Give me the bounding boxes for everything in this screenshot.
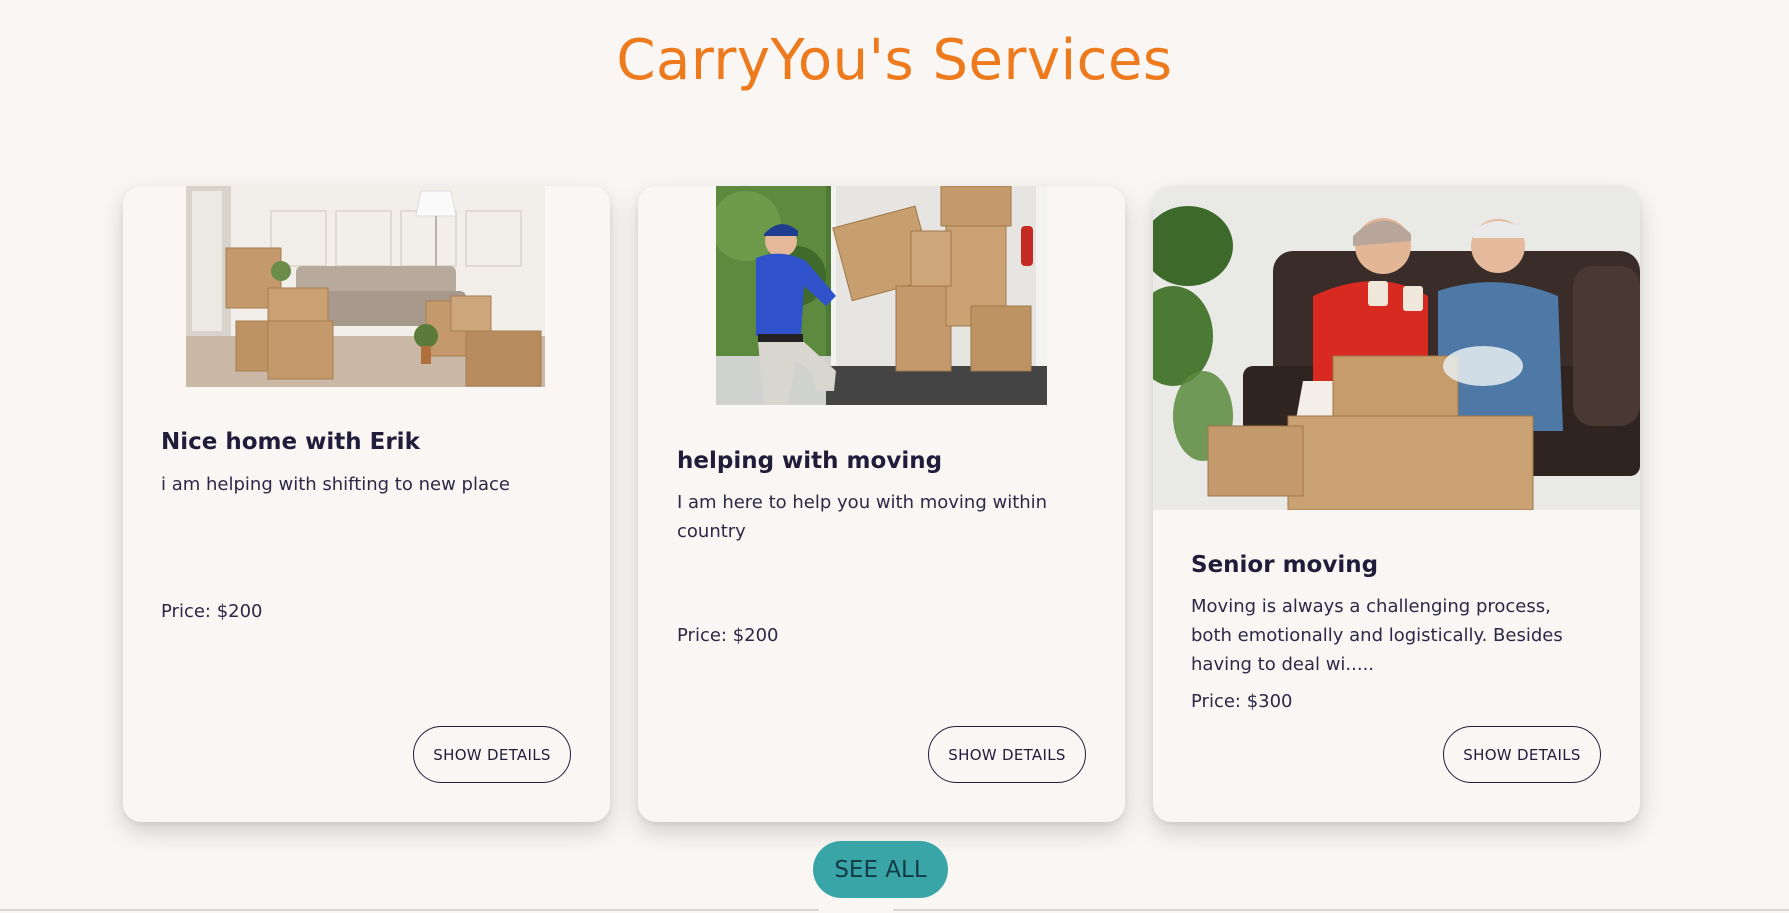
service-title: helping with moving — [677, 448, 943, 474]
bottom-divider-gap — [819, 909, 893, 911]
service-price: Price: $200 — [677, 625, 779, 646]
service-image — [716, 186, 1047, 405]
show-details-button[interactable]: SHOW DETAILS — [1443, 726, 1601, 783]
service-title: Senior moving — [1191, 552, 1379, 578]
service-title: Nice home with Erik — [161, 429, 420, 455]
services-page: CarryYou's Services Nice home with Erik … — [0, 0, 1789, 913]
service-image — [186, 186, 545, 387]
show-details-button[interactable]: SHOW DETAILS — [413, 726, 571, 783]
show-details-button[interactable]: SHOW DETAILS — [928, 726, 1086, 783]
service-description: I am here to help you with moving within… — [677, 492, 1048, 542]
service-price: Price: $200 — [161, 601, 263, 622]
service-card: helping with moving I am here to help yo… — [638, 186, 1125, 822]
service-card: Senior moving Moving is always a challen… — [1153, 186, 1640, 822]
service-description: i am helping with shifting to new place — [161, 474, 510, 495]
page-title: CarryYou's Services — [616, 28, 1173, 93]
service-cards: Nice home with Erik i am helping with sh… — [123, 186, 1640, 822]
service-card: Nice home with Erik i am helping with sh… — [123, 186, 610, 822]
bottom-divider — [0, 909, 1789, 911]
service-image — [1153, 186, 1640, 510]
service-description: Moving is always a challenging process, … — [1191, 596, 1563, 675]
service-price: Price: $300 — [1191, 691, 1293, 712]
see-all-button[interactable]: SEE ALL — [813, 841, 948, 898]
